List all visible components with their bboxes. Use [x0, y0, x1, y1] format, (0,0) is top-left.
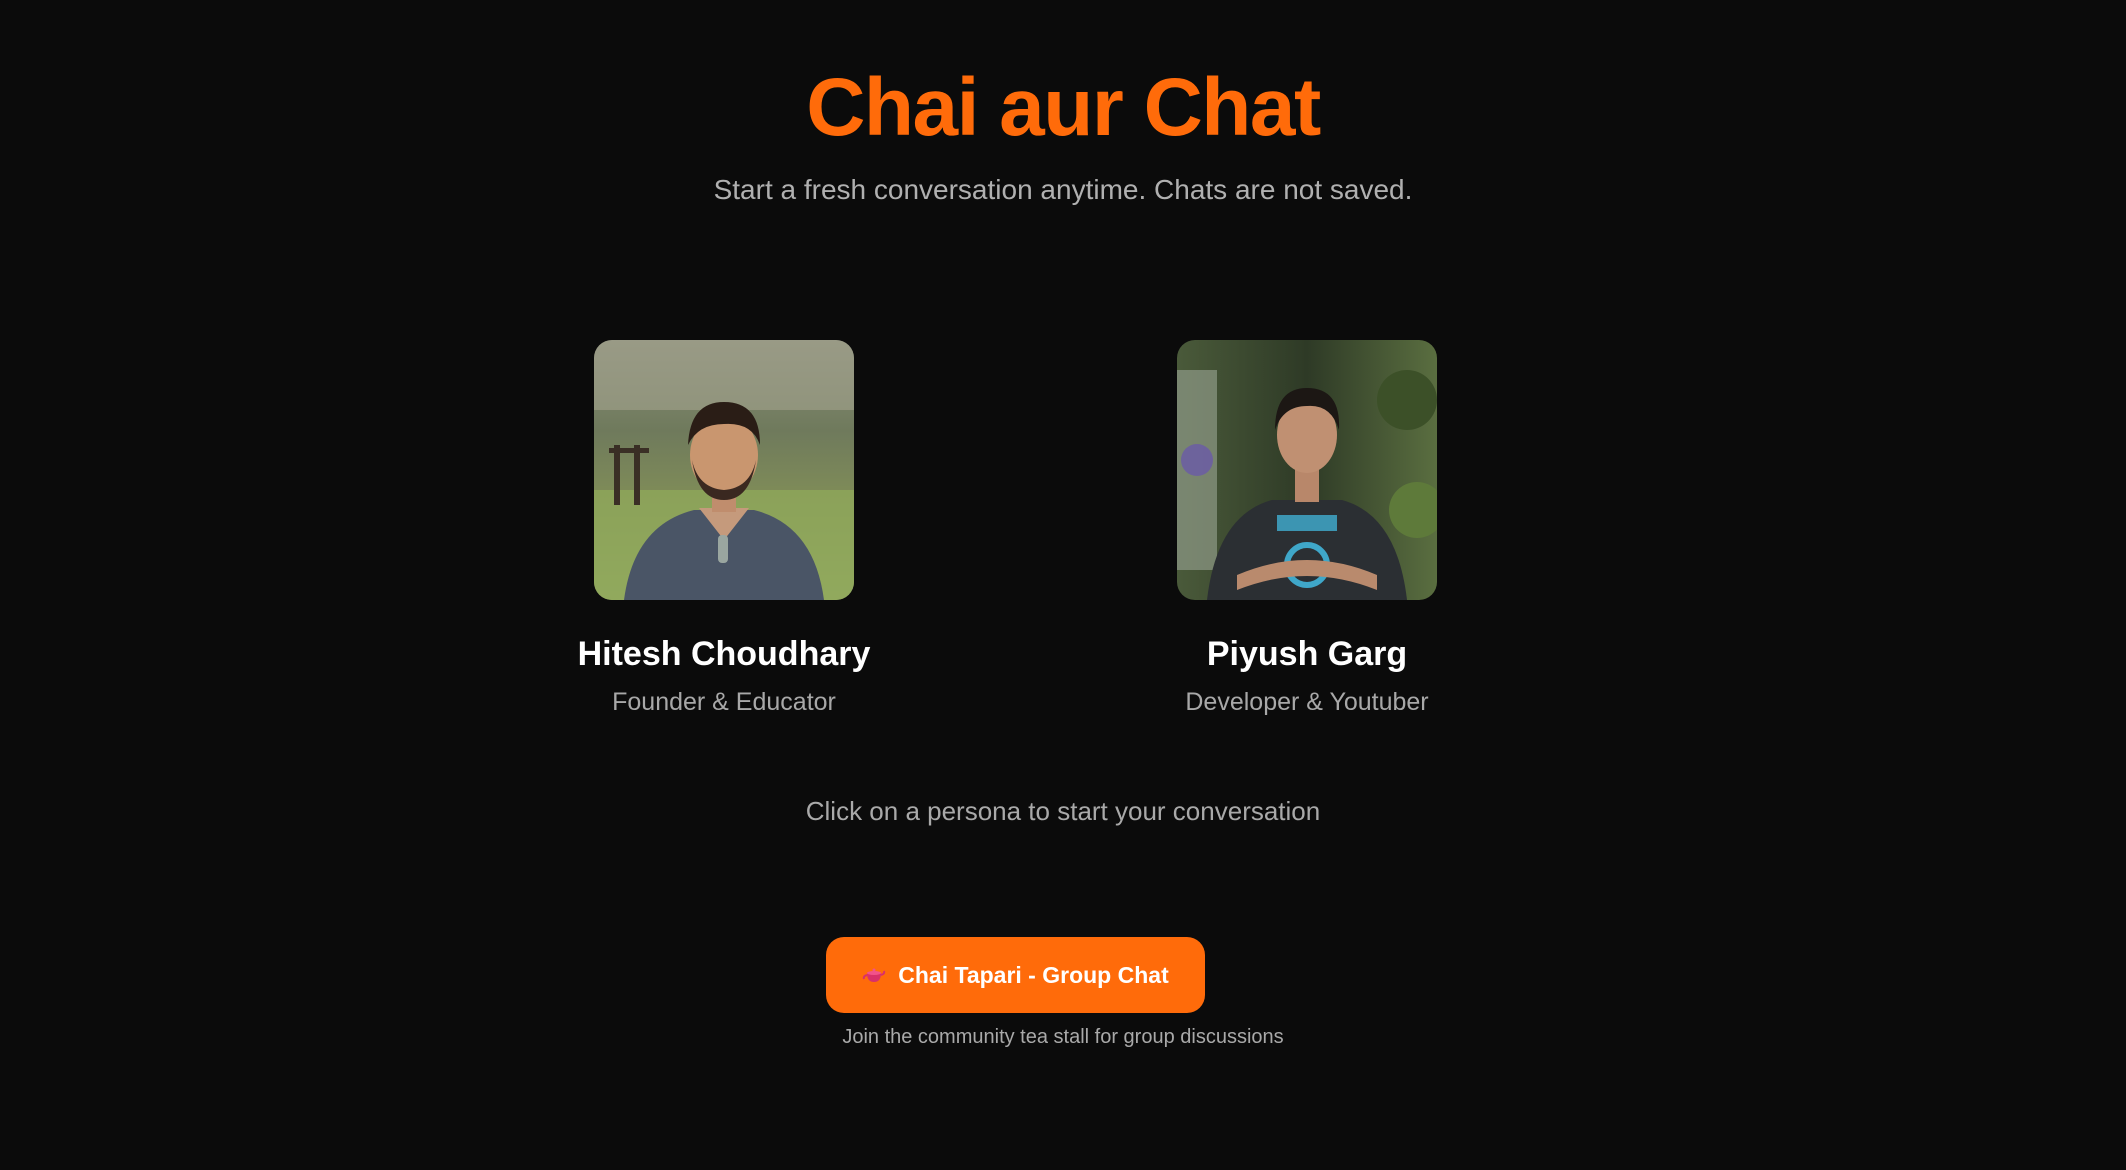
persona-role: Founder & Educator: [612, 688, 836, 716]
avatar[interactable]: [1177, 340, 1437, 600]
avatar[interactable]: [594, 340, 854, 600]
persona-card-piyush[interactable]: Piyush Garg Developer & Youtuber: [1107, 340, 1507, 720]
group-chat-button[interactable]: Chai Tapari - Group Chat: [826, 937, 1205, 1013]
group-chat-caption: Join the community tea stall for group d…: [842, 1026, 1284, 1048]
persona-card-hitesh[interactable]: Hitesh Choudhary Founder & Educator: [524, 340, 924, 720]
persona-hint: Click on a persona to start your convers…: [805, 796, 1321, 826]
group-chat-label: Chai Tapari - Group Chat: [898, 961, 1169, 988]
page-title: Chai aur Chat: [806, 62, 1321, 153]
hitesh-photo: [594, 340, 854, 600]
piyush-photo: [1177, 340, 1437, 600]
landing-page: Chai aur Chat Start a fresh conversation…: [0, 0, 2126, 1170]
teapot-icon: [862, 963, 886, 987]
persona-role: Developer & Youtuber: [1185, 688, 1429, 716]
page-subtitle: Start a fresh conversation anytime. Chat…: [713, 174, 1413, 205]
persona-name: Piyush Garg: [1206, 635, 1408, 673]
persona-name: Hitesh Choudhary: [577, 635, 871, 673]
